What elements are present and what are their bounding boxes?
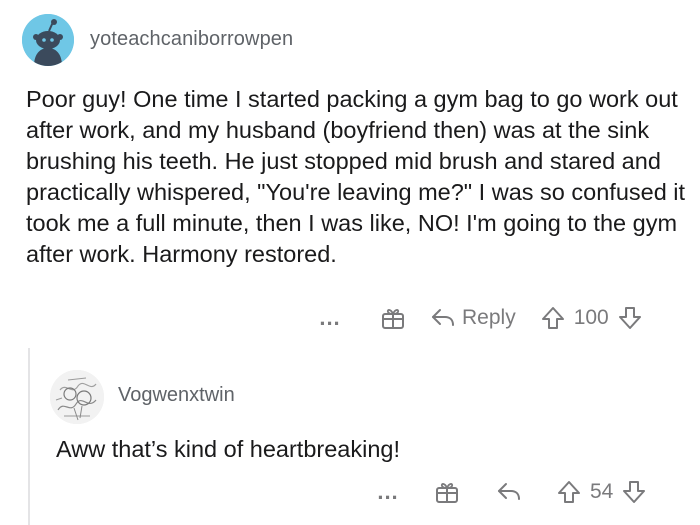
comment-username[interactable]: yoteachcaniborrowpen bbox=[90, 28, 293, 51]
reply-arrow-icon bbox=[498, 483, 520, 500]
gift-icon bbox=[382, 309, 404, 329]
reply-reply-button[interactable] bbox=[496, 481, 522, 503]
upvote-arrow-icon bbox=[558, 481, 580, 503]
comment-body: Poor guy! One time I started packing a g… bbox=[26, 86, 686, 267]
reply-user-avatar[interactable] bbox=[50, 370, 104, 424]
reddit-snoo-avatar-icon bbox=[22, 14, 74, 66]
reply-upvote-button[interactable] bbox=[556, 479, 582, 505]
sketch-avatar-icon bbox=[50, 370, 104, 424]
downvote-arrow-icon bbox=[618, 307, 641, 329]
reply-arrow-icon bbox=[432, 309, 454, 326]
more-options-button[interactable]: ... bbox=[310, 307, 350, 329]
comment-action-bar: ... Reply 100 bbox=[310, 303, 643, 333]
upvote-arrow-icon bbox=[541, 307, 564, 329]
user-avatar[interactable] bbox=[22, 14, 74, 66]
reply-username[interactable]: Vogwenxtwin bbox=[118, 384, 235, 407]
reply-vote-score: 54 bbox=[590, 480, 614, 503]
upvote-button[interactable] bbox=[540, 305, 566, 331]
vote-score: 100 bbox=[573, 306, 609, 329]
reply-more-options-button[interactable]: ... bbox=[368, 481, 408, 503]
reply-award-button[interactable] bbox=[434, 479, 460, 505]
reply-button[interactable]: Reply bbox=[430, 306, 516, 330]
reply-action-bar: ... 54 bbox=[368, 477, 647, 507]
downvote-button[interactable] bbox=[617, 305, 643, 331]
reply-downvote-button[interactable] bbox=[621, 479, 647, 505]
reply-label: Reply bbox=[462, 306, 516, 329]
award-button[interactable] bbox=[380, 305, 406, 331]
thread-line[interactable] bbox=[28, 348, 30, 525]
downvote-arrow-icon bbox=[623, 481, 646, 503]
gift-icon bbox=[436, 483, 458, 503]
reply-body: Aww that’s kind of heartbreaking! bbox=[56, 436, 400, 462]
